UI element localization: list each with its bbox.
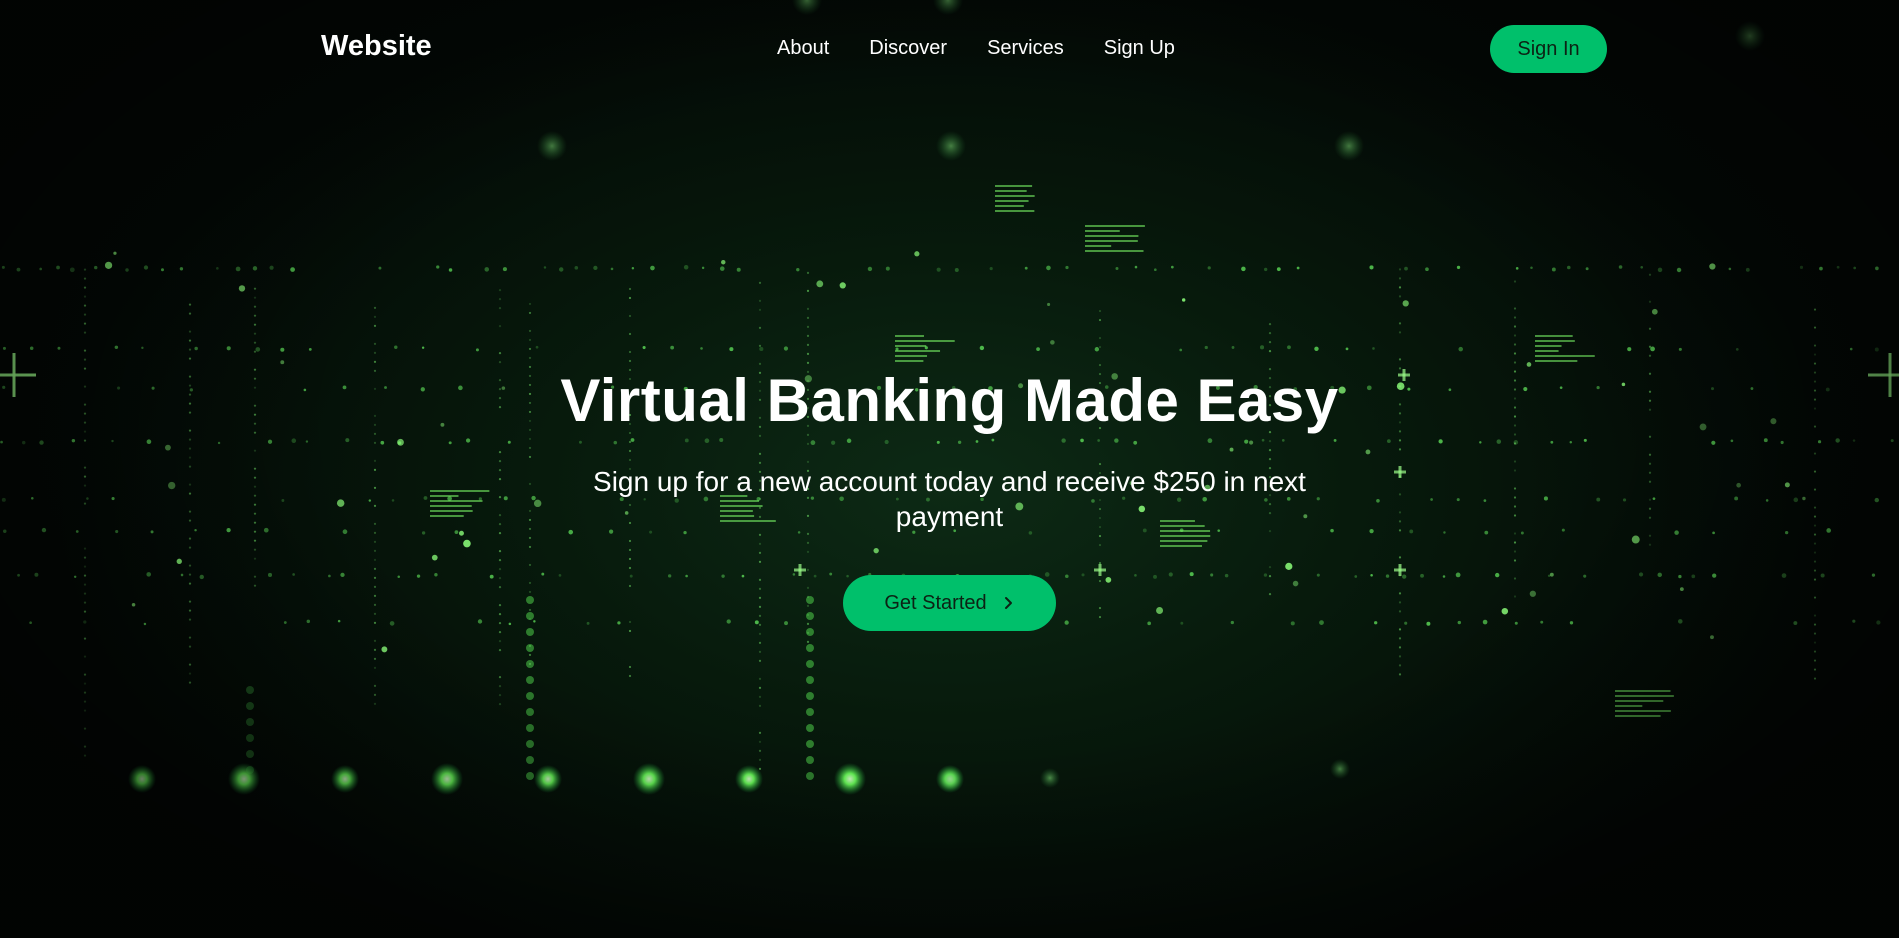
top-navbar: Website About Discover Services Sign Up … xyxy=(0,0,1899,98)
nav-link-about[interactable]: About xyxy=(777,37,829,60)
nav-link-sign-up[interactable]: Sign Up xyxy=(1104,37,1175,60)
get-started-label: Get Started xyxy=(884,591,987,614)
hero-section: Website About Discover Services Sign Up … xyxy=(0,0,1899,938)
hero-subtitle: Sign up for a new account today and rece… xyxy=(593,466,1306,532)
hero-title: Virtual Banking Made Easy xyxy=(560,367,1339,434)
sign-in-label: Sign In xyxy=(1517,37,1580,60)
chevron-right-icon xyxy=(1004,597,1012,609)
sign-in-button[interactable]: Sign In xyxy=(1490,25,1607,73)
brand-logo[interactable]: Website xyxy=(321,30,432,63)
nav-link-services[interactable]: Services xyxy=(987,37,1064,60)
nav-links: About Discover Services Sign Up xyxy=(777,37,1175,60)
nav-link-discover[interactable]: Discover xyxy=(869,37,947,60)
get-started-button[interactable]: Get Started xyxy=(843,575,1056,631)
